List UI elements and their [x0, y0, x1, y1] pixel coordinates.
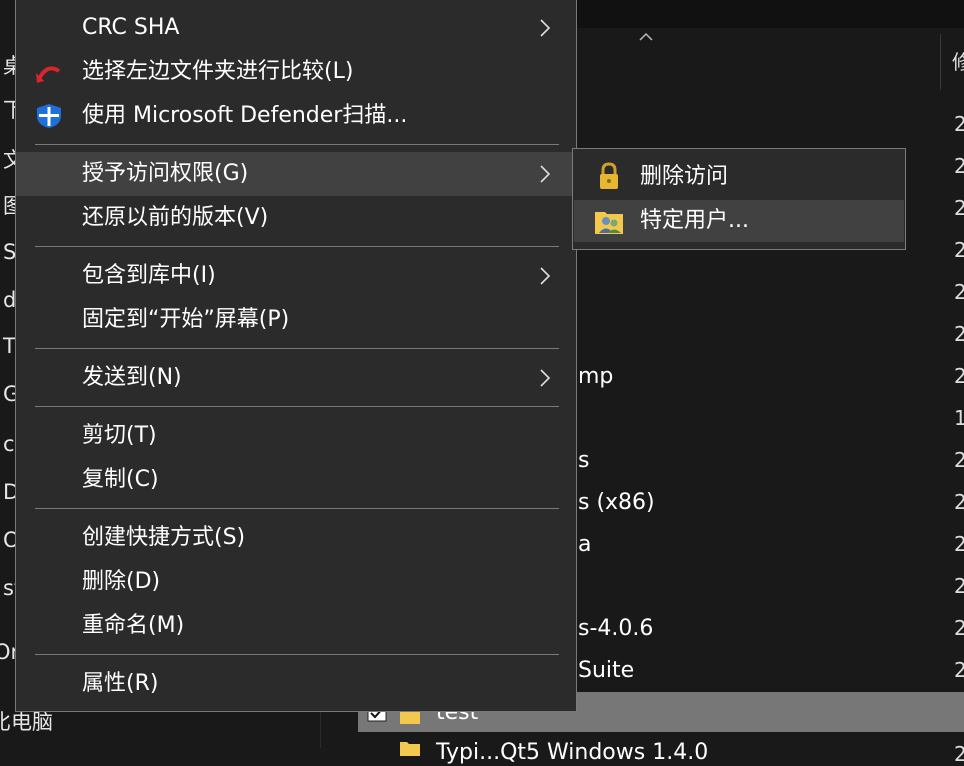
chevron-right-icon: [540, 165, 551, 183]
menu-item-crc-sha[interactable]: CRC SHA: [16, 6, 576, 50]
file-date: 2: [954, 742, 964, 766]
menu-item-label: 包含到库中(I): [82, 263, 216, 288]
file-date: 2: [954, 364, 964, 388]
file-date: 2: [954, 322, 964, 346]
file-name[interactable]: s: [578, 448, 589, 473]
file-date: 2: [954, 532, 964, 556]
nav-item-c[interactable]: c: [3, 432, 15, 456]
menu-separator: [35, 406, 559, 407]
chevron-right-icon: [540, 369, 551, 387]
chevron-right-icon: [540, 19, 551, 37]
context-menu: CRC SHA 选择左边文件夹进行比较(L) 使用 Microsoft Defe…: [15, 0, 577, 712]
menu-item-send-to[interactable]: 发送到(N): [16, 356, 576, 400]
menu-separator: [35, 654, 559, 655]
column-header-modified[interactable]: 修: [952, 46, 964, 75]
menu-item-label: 授予访问权限(G): [82, 161, 249, 186]
menu-item-properties[interactable]: 属性(R): [16, 662, 576, 706]
file-date: 1: [954, 406, 964, 430]
file-date: 2: [954, 280, 964, 304]
file-date: 2: [954, 196, 964, 220]
file-date: 2: [954, 574, 964, 598]
column-separator[interactable]: [940, 34, 941, 90]
file-date: 2: [954, 616, 964, 640]
menu-item-restore-versions[interactable]: 还原以前的版本(V): [16, 196, 576, 240]
sort-ascending-icon: [639, 32, 653, 41]
menu-separator: [35, 144, 559, 145]
menu-item-give-access[interactable]: 授予访问权限(G): [16, 152, 576, 196]
file-name[interactable]: s-4.0.6: [578, 616, 653, 641]
submenu-item-remove-access[interactable]: 删除访问: [574, 156, 904, 198]
submenu-item-specific-people[interactable]: 特定用户...: [574, 200, 904, 242]
menu-separator: [35, 508, 559, 509]
menu-item-compare-left[interactable]: 选择左边文件夹进行比较(L): [16, 50, 576, 94]
users-folder-icon: [595, 212, 623, 234]
padlock-icon: [600, 162, 618, 189]
menu-item-label: 创建快捷方式(S): [82, 525, 246, 550]
nav-item-t[interactable]: T: [3, 334, 16, 358]
file-date: 2: [954, 490, 964, 514]
menu-item-label: 还原以前的版本(V): [82, 205, 269, 230]
menu-item-label: 使用 Microsoft Defender扫描...: [82, 103, 408, 128]
menu-item-label: 固定到“开始”屏幕(P): [82, 307, 290, 332]
menu-item-rename[interactable]: 重命名(M): [16, 604, 576, 648]
file-date: 2: [954, 658, 964, 682]
submenu-item-label: 特定用户...: [640, 208, 749, 233]
menu-item-pin-start[interactable]: 固定到“开始”屏幕(P): [16, 298, 576, 342]
menu-item-label: 属性(R): [82, 671, 159, 696]
file-date: 2: [954, 112, 964, 136]
file-date: 2: [954, 238, 964, 262]
folder-icon: [400, 742, 420, 756]
file-date: 2: [954, 448, 964, 472]
file-name[interactable]: a: [578, 532, 591, 557]
menu-item-label: 复制(C): [82, 467, 159, 492]
file-name[interactable]: Typi...Qt5 Windows 1.4.0: [436, 740, 708, 765]
menu-item-label: 删除(D): [82, 569, 161, 594]
menu-item-label: 重命名(M): [82, 613, 185, 638]
menu-item-cut[interactable]: 剪切(T): [16, 414, 576, 458]
menu-item-label: 剪切(T): [82, 423, 157, 448]
submenu-item-label: 删除访问: [640, 164, 729, 189]
menu-separator: [35, 246, 559, 247]
chevron-right-icon: [540, 267, 551, 285]
file-name[interactable]: s (x86): [578, 490, 655, 515]
give-access-submenu: 删除访问 特定用户...: [572, 148, 906, 250]
menu-item-label: CRC SHA: [82, 15, 180, 40]
file-name[interactable]: mp: [578, 364, 613, 389]
menu-item-label: 选择左边文件夹进行比较(L): [82, 59, 354, 84]
defender-shield-icon: [37, 104, 61, 128]
menu-item-label: 发送到(N): [82, 365, 182, 390]
menu-item-include-library[interactable]: 包含到库中(I): [16, 254, 576, 298]
menu-separator: [35, 348, 559, 349]
file-name[interactable]: Suite: [578, 658, 634, 683]
menu-item-delete[interactable]: 删除(D): [16, 560, 576, 604]
menu-item-create-shortcut[interactable]: 创建快捷方式(S): [16, 516, 576, 560]
menu-item-defender-scan[interactable]: 使用 Microsoft Defender扫描...: [16, 94, 576, 138]
red-curved-arrow-icon: [36, 66, 61, 83]
file-date: 2: [954, 154, 964, 178]
menu-item-copy[interactable]: 复制(C): [16, 458, 576, 502]
